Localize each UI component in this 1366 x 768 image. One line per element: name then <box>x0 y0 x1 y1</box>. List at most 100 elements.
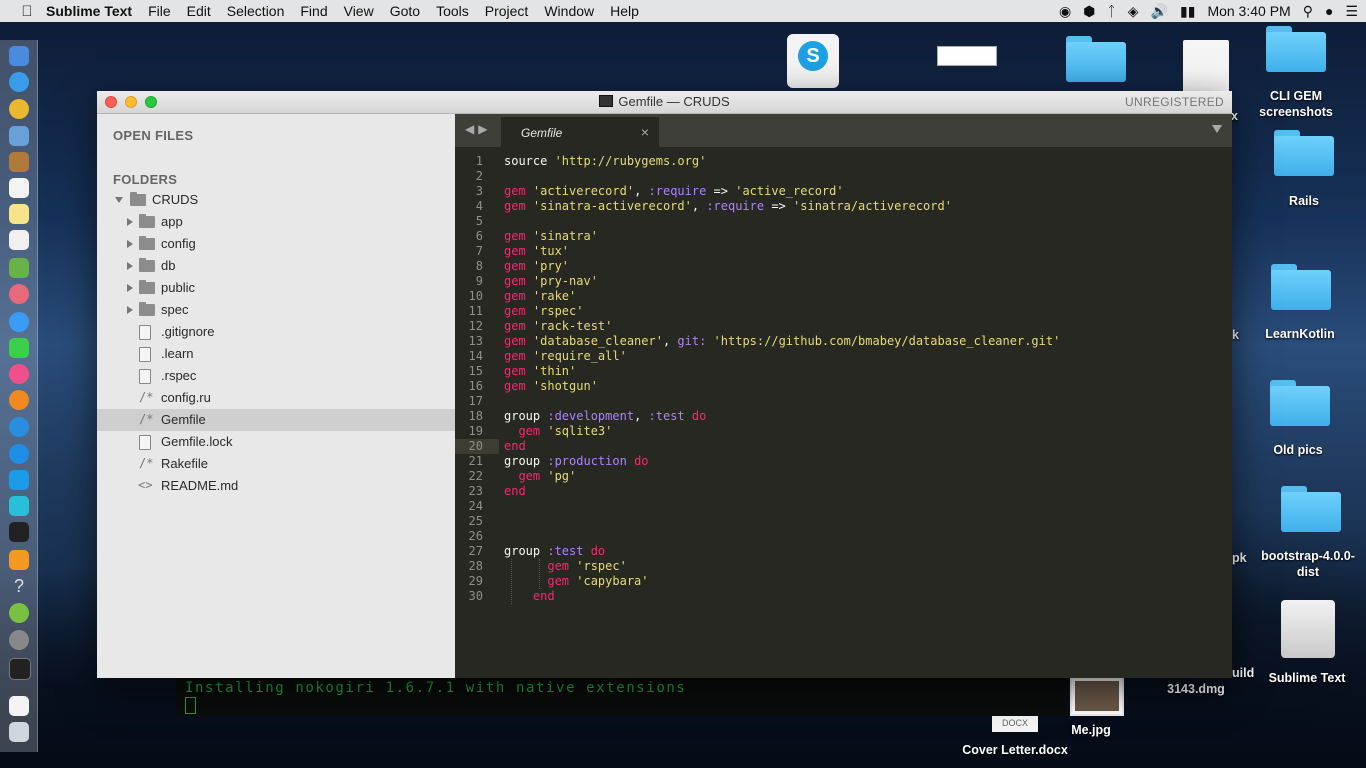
ibooks-icon[interactable] <box>9 390 29 410</box>
code-line[interactable]: group :test do <box>504 544 605 558</box>
file-item-selected[interactable]: /* Gemfile <box>97 409 455 431</box>
bluetooth-icon[interactable]: ᛏ <box>1107 3 1115 19</box>
code-line[interactable]: gem 'activerecord', :require => 'active_… <box>504 184 844 198</box>
siri-icon[interactable]: ● <box>1325 3 1333 19</box>
title-bar[interactable]: Gemfile — CRUDS UNREGISTERED <box>97 91 1232 114</box>
menu-goto[interactable]: Goto <box>382 3 428 19</box>
folder-icon[interactable] <box>1266 26 1326 72</box>
notes-icon[interactable] <box>9 204 29 224</box>
contacts-icon[interactable] <box>9 152 29 172</box>
disk-image-icon[interactable] <box>1281 600 1335 658</box>
messages-icon[interactable] <box>9 312 29 332</box>
sublime-text-icon[interactable] <box>9 550 29 570</box>
intellij-icon[interactable] <box>9 522 29 542</box>
editor-pane[interactable]: ◀▶ Gemfile × 1 source 'http://rubygems.or… <box>455 114 1232 678</box>
code-line[interactable]: gem 'pry-nav' <box>504 274 598 288</box>
desktop-item-cli-gem-screenshots[interactable]: CLI GEM screenshots <box>1241 88 1351 120</box>
code-line[interactable]: gem 'rspec' <box>504 304 583 318</box>
menu-view[interactable]: View <box>336 3 382 19</box>
desktop-item-learnkotlin[interactable]: LearnKotlin <box>1245 326 1355 342</box>
finder-icon[interactable] <box>9 46 29 66</box>
disclosure-right-icon[interactable] <box>127 306 133 314</box>
calendar-icon[interactable] <box>9 178 29 198</box>
file-item[interactable]: .learn <box>97 343 455 365</box>
android-studio-icon[interactable] <box>9 603 29 623</box>
code-line[interactable]: gem 'thin' <box>504 364 576 378</box>
system-preferences-icon[interactable] <box>9 630 29 650</box>
desktop-item-sublime-text[interactable]: Sublime Text <box>1252 670 1362 686</box>
facetime-icon[interactable] <box>9 338 29 358</box>
desktop-item-rails[interactable]: Rails <box>1249 193 1359 209</box>
desktop-item-old-pics[interactable]: Old pics <box>1243 442 1353 458</box>
menu-file[interactable]: File <box>140 3 179 19</box>
folder-icon[interactable] <box>1271 264 1331 310</box>
file-item[interactable]: <> README.md <box>97 475 455 497</box>
folder-item[interactable]: public <box>97 277 455 299</box>
terminal-window[interactable]: Installing nokogiri 1.6.7.1 with native … <box>176 676 1068 716</box>
app-store-icon[interactable] <box>9 417 29 437</box>
menu-window[interactable]: Window <box>536 3 602 19</box>
menu-project[interactable]: Project <box>477 3 537 19</box>
code-line[interactable]: gem 'database_cleaner', git: 'https://gi… <box>504 334 1060 348</box>
battery-icon[interactable]: ▮▮ <box>1180 3 1195 20</box>
menu-find[interactable]: Find <box>292 3 335 19</box>
docx-file-icon[interactable] <box>1183 40 1229 94</box>
webstorm-icon[interactable] <box>9 496 29 516</box>
file-item[interactable]: .rspec <box>97 365 455 387</box>
code-line[interactable]: gem 'capybara' <box>504 574 648 588</box>
screenshot-thumbnail[interactable] <box>937 46 997 66</box>
menu-selection[interactable]: Selection <box>219 3 293 19</box>
folder-icon[interactable] <box>1066 36 1126 82</box>
reminders-icon[interactable] <box>9 230 29 250</box>
folder-icon[interactable] <box>1274 130 1334 176</box>
maps-icon[interactable] <box>9 258 29 278</box>
file-item[interactable]: /* config.ru <box>97 387 455 409</box>
code-line[interactable]: gem 'sinatra-activerecord', :require => … <box>504 199 952 213</box>
code-line[interactable]: end <box>504 439 526 453</box>
folder-item[interactable]: spec <box>97 299 455 321</box>
file-item[interactable]: Gemfile.lock <box>97 431 455 453</box>
photos-icon[interactable] <box>9 284 29 304</box>
code-line[interactable]: gem 'pry' <box>504 259 569 273</box>
code-line[interactable]: gem 'pg' <box>504 469 576 483</box>
code-line[interactable]: gem 'rake' <box>504 289 576 303</box>
tab-gemfile[interactable]: Gemfile × <box>501 117 659 147</box>
terminal-icon[interactable] <box>9 658 31 680</box>
skype-icon[interactable] <box>9 470 29 490</box>
code-line[interactable]: gem 'rack-test' <box>504 319 612 333</box>
preview-icon[interactable] <box>9 126 29 146</box>
notification-center-icon[interactable]: ☰ <box>1345 3 1358 20</box>
desktop-item-cover-letter[interactable]: Cover Letter.docx <box>950 742 1080 758</box>
code-line[interactable]: gem 'tux' <box>504 244 569 258</box>
code-line[interactable]: gem 'sqlite3' <box>504 424 612 438</box>
tab-menu-chevron-down-icon[interactable] <box>1212 125 1222 133</box>
dropbox-icon[interactable]: ⬢ <box>1083 3 1095 20</box>
trash-icon[interactable] <box>9 722 29 742</box>
docx-file-icon[interactable]: DOCX <box>992 714 1038 732</box>
desktop-item-3143-dmg[interactable]: 3143.dmg <box>1141 681 1251 697</box>
disclosure-right-icon[interactable] <box>127 262 133 270</box>
disclosure-right-icon[interactable] <box>127 284 133 292</box>
code-line[interactable]: group :production do <box>504 454 649 468</box>
menu-app-name[interactable]: Sublime Text <box>42 3 140 19</box>
disclosure-right-icon[interactable] <box>127 240 133 248</box>
app-store-icon[interactable] <box>9 444 29 464</box>
clock[interactable]: Mon 3:40 PM <box>1207 3 1290 19</box>
folder-icon[interactable] <box>1270 380 1330 426</box>
menu-tools[interactable]: Tools <box>428 3 477 19</box>
disclosure-right-icon[interactable] <box>127 218 133 226</box>
volume-icon[interactable]: 🔊 <box>1151 3 1168 20</box>
itunes-icon[interactable] <box>9 364 29 384</box>
folder-icon[interactable] <box>1281 486 1341 532</box>
menu-help[interactable]: Help <box>602 3 647 19</box>
code-line[interactable]: gem 'shotgun' <box>504 379 598 393</box>
code-line[interactable]: gem 'rspec' <box>504 559 626 573</box>
code-line[interactable]: gem 'sinatra' <box>504 229 598 243</box>
folder-item[interactable]: config <box>97 233 455 255</box>
close-tab-icon[interactable]: × <box>641 124 649 140</box>
folder-root[interactable]: CRUDS <box>97 189 455 211</box>
document-icon[interactable] <box>9 696 29 716</box>
tab-nav-arrows-icon[interactable]: ◀▶ <box>465 122 491 136</box>
help-icon[interactable]: ? <box>9 576 29 596</box>
code-line[interactable]: gem 'require_all' <box>504 349 627 363</box>
